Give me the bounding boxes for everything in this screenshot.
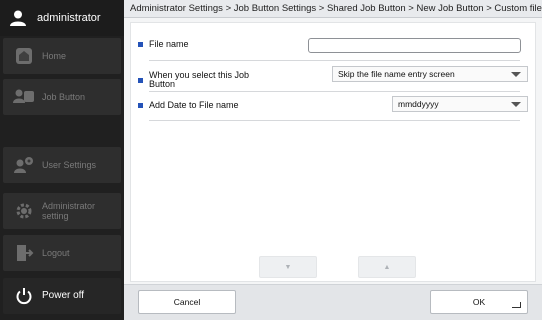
power-off-label: Power off xyxy=(42,290,85,301)
user-settings-icon xyxy=(13,154,35,176)
enter-icon xyxy=(512,302,521,308)
when-select-value: Skip the file name entry screen xyxy=(338,69,455,79)
add-date-dropdown[interactable]: mmddyyyy xyxy=(392,96,528,112)
chevron-down-icon xyxy=(511,72,521,77)
divider xyxy=(149,60,520,61)
bullet-icon xyxy=(138,103,143,108)
bullet-icon xyxy=(138,42,143,47)
bullet-icon xyxy=(138,78,143,83)
cancel-label: Cancel xyxy=(173,297,201,307)
sidebar-item-job-button[interactable]: Job Button xyxy=(3,79,121,115)
sidebar-item-administrator-setting[interactable]: Administrator setting xyxy=(3,193,121,229)
bottom-bar: Cancel OK xyxy=(124,284,542,320)
when-select-dropdown[interactable]: Skip the file name entry screen xyxy=(332,66,528,82)
sidebar-item-label: Logout xyxy=(42,248,70,258)
main-content: Administrator Settings > Job Button Sett… xyxy=(124,0,542,320)
sidebar-item-label: Home xyxy=(42,51,67,61)
arrow-down-icon: ▼ xyxy=(284,263,292,271)
file-name-label: File name xyxy=(149,39,189,49)
cancel-button[interactable]: Cancel xyxy=(138,290,236,314)
scroll-up-button[interactable]: ▲ xyxy=(358,256,416,278)
divider xyxy=(149,120,520,121)
sidebar-item-home[interactable]: Home xyxy=(3,38,121,74)
user-header: administrator xyxy=(0,0,124,36)
sidebar: administrator Home Job Button User Setti… xyxy=(0,0,124,320)
user-name: administrator xyxy=(37,12,101,24)
add-date-value: mmddyyyy xyxy=(398,99,439,109)
sidebar-item-user-settings[interactable]: User Settings xyxy=(3,147,121,183)
ok-button[interactable]: OK xyxy=(430,290,528,314)
sidebar-item-label: User Settings xyxy=(42,160,97,170)
chevron-down-icon xyxy=(511,102,521,107)
gear-icon xyxy=(13,200,35,222)
scroll-down-button[interactable]: ▼ xyxy=(259,256,317,278)
arrow-up-icon: ▲ xyxy=(383,263,391,271)
power-icon xyxy=(13,285,35,307)
add-date-label: Add Date to File name xyxy=(149,100,239,110)
power-off-button[interactable]: Power off xyxy=(3,278,121,314)
divider xyxy=(149,91,520,92)
logout-icon xyxy=(13,242,35,264)
file-name-input[interactable] xyxy=(308,38,521,53)
sidebar-item-label: Administrator setting xyxy=(42,201,96,221)
sidebar-item-label: Job Button xyxy=(42,92,86,102)
breadcrumb: Administrator Settings > Job Button Sett… xyxy=(124,0,542,18)
settings-panel xyxy=(130,22,536,282)
when-select-label: When you select this Job Button xyxy=(149,70,250,89)
job-button-icon xyxy=(13,86,35,108)
user-icon xyxy=(7,7,29,29)
sidebar-item-logout[interactable]: Logout xyxy=(3,235,121,271)
ok-label: OK xyxy=(472,297,486,307)
home-icon xyxy=(13,45,35,67)
